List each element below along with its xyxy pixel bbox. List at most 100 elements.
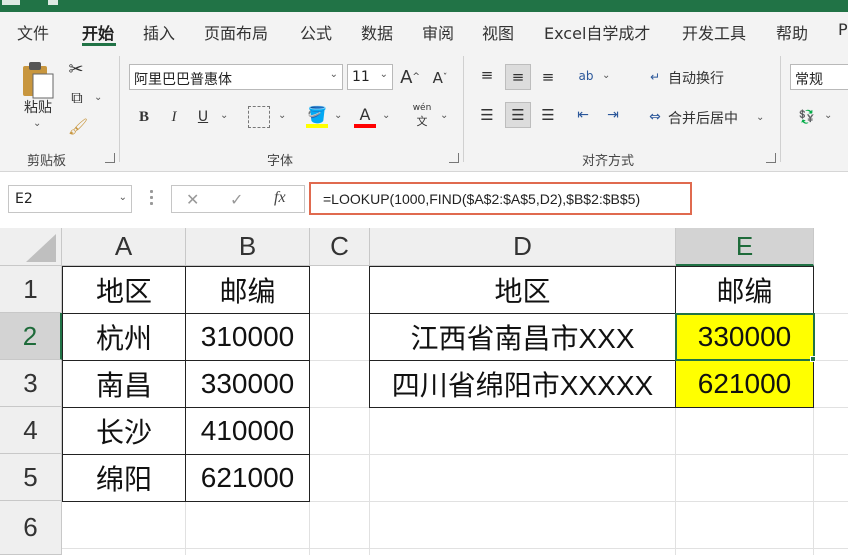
cell-a2[interactable]: 杭州 xyxy=(62,313,186,361)
cell-e1[interactable]: 邮编 xyxy=(675,266,814,314)
column-header-e[interactable]: E xyxy=(676,228,814,266)
shrink-font-icon: A xyxy=(432,69,443,87)
alignment-launcher-icon[interactable] xyxy=(766,153,776,163)
name-box-value: E2 xyxy=(15,191,33,207)
align-right-icon[interactable]: ☰ xyxy=(537,104,559,126)
wrap-text-icon[interactable]: ↵ xyxy=(644,66,666,88)
align-left-icon[interactable]: ☰ xyxy=(476,104,498,126)
align-center-icon[interactable]: ☰ xyxy=(505,102,531,128)
row-header-5[interactable]: 5 xyxy=(0,454,62,501)
cell-b4[interactable]: 410000 xyxy=(185,407,310,455)
underline-button[interactable]: U xyxy=(194,106,212,128)
number-format-value: 常规 xyxy=(795,72,823,88)
select-all-icon xyxy=(26,234,56,262)
borders-icon[interactable] xyxy=(248,106,270,128)
tab-insert[interactable]: 插入 xyxy=(143,20,175,44)
column-header-d[interactable]: D xyxy=(370,228,676,266)
cut-icon[interactable]: ✂ xyxy=(66,58,86,80)
grow-font-button[interactable]: A ^ xyxy=(399,64,421,90)
cell-b1[interactable]: 邮编 xyxy=(185,266,310,314)
row-header-3[interactable]: 3 xyxy=(0,360,62,407)
align-middle-icon[interactable]: ≡ xyxy=(505,64,531,90)
bold-button[interactable]: B xyxy=(135,106,153,128)
formula-input[interactable]: =LOOKUP(1000,FIND($A$2:$A$5,D2),$B$2:$B$… xyxy=(309,182,692,215)
cancel-icon[interactable]: ✕ xyxy=(186,190,199,209)
cell-e3[interactable]: 621000 xyxy=(675,360,814,408)
increase-indent-icon[interactable]: ⇥ xyxy=(602,104,624,126)
group-divider xyxy=(780,56,781,162)
column-header-b[interactable]: B xyxy=(186,228,310,266)
paste-button[interactable] xyxy=(14,58,60,102)
tab-overflow[interactable]: P xyxy=(838,20,848,39)
currency-dropdown-icon[interactable]: ⌄ xyxy=(824,110,832,121)
row-header-1[interactable]: 1 xyxy=(0,266,62,313)
tab-view[interactable]: 视图 xyxy=(482,20,514,44)
tab-formulas[interactable]: 公式 xyxy=(300,20,332,44)
align-top-icon[interactable]: ≡ xyxy=(476,64,498,86)
italic-button[interactable]: I xyxy=(165,106,183,128)
cell-a5[interactable]: 绵阳 xyxy=(62,454,186,502)
cell-d2[interactable]: 江西省南昌市XXX xyxy=(369,313,676,361)
borders-dropdown-icon[interactable]: ⌄ xyxy=(278,110,286,121)
format-painter-icon[interactable]: 🖌 xyxy=(66,114,90,138)
decrease-indent-icon[interactable]: ⇤ xyxy=(572,104,594,126)
copy-dropdown-icon[interactable]: ⌄ xyxy=(94,92,102,103)
tab-help[interactable]: 帮助 xyxy=(776,20,808,44)
paste-dropdown-icon[interactable]: ⌄ xyxy=(33,118,41,129)
font-launcher-icon[interactable] xyxy=(449,153,459,163)
cell-a1[interactable]: 地区 xyxy=(62,266,186,314)
fill-color-swatch xyxy=(306,124,328,128)
cell-b3[interactable]: 330000 xyxy=(185,360,310,408)
underline-dropdown-icon[interactable]: ⌄ xyxy=(220,110,228,121)
cell-a3[interactable]: 南昌 xyxy=(62,360,186,408)
tab-home[interactable]: 开始 xyxy=(82,20,114,44)
name-box[interactable]: E2 ⌄ xyxy=(8,185,132,213)
font-size-value: 11 xyxy=(352,69,370,85)
phonetic-icon[interactable]: 文 xyxy=(410,114,434,128)
row-header-4[interactable]: 4 xyxy=(0,407,62,454)
font-size-select[interactable]: 11 ⌄ xyxy=(347,64,393,90)
cell-b2[interactable]: 310000 xyxy=(185,313,310,361)
copy-icon[interactable]: ⧉ xyxy=(66,86,88,110)
fill-color-dropdown-icon[interactable]: ⌄ xyxy=(334,110,342,121)
undo-icon[interactable] xyxy=(48,0,58,5)
cell-a4[interactable]: 长沙 xyxy=(62,407,186,455)
title-bar xyxy=(0,0,848,12)
font-color-button[interactable]: A xyxy=(354,104,376,124)
shrink-font-button[interactable]: Aˇ xyxy=(429,66,451,90)
font-name-select[interactable]: 阿里巴巴普惠体 ⌄ xyxy=(129,64,343,90)
font-color-dropdown-icon[interactable]: ⌄ xyxy=(382,110,390,121)
cell-e2[interactable]: 330000 xyxy=(675,313,814,361)
wrap-text-button[interactable]: 自动换行 xyxy=(668,67,724,89)
cell-b5[interactable]: 621000 xyxy=(185,454,310,502)
cell-d3[interactable]: 四川省绵阳市XXXXX xyxy=(369,360,676,408)
orientation-icon[interactable]: ab xyxy=(574,64,598,88)
number-format-select[interactable]: 常规 xyxy=(790,64,848,90)
fill-color-icon[interactable]: 🪣 xyxy=(306,104,328,124)
enter-icon[interactable]: ✓ xyxy=(230,190,243,209)
currency-format-icon[interactable]: 💱 xyxy=(795,106,819,128)
phonetic-dropdown-icon[interactable]: ⌄ xyxy=(440,110,448,121)
tab-file[interactable]: 文件 xyxy=(17,20,49,44)
tab-review[interactable]: 审阅 xyxy=(422,20,454,44)
insert-function-icon[interactable]: fx xyxy=(274,189,286,207)
row-header-2[interactable]: 2 xyxy=(0,313,62,360)
drag-handle-icon[interactable] xyxy=(150,190,154,206)
tab-data[interactable]: 数据 xyxy=(361,20,393,44)
merge-center-button[interactable]: 合并后居中 xyxy=(668,107,738,129)
paste-label[interactable]: 粘贴 xyxy=(20,98,56,116)
cell-d1[interactable]: 地区 xyxy=(369,266,676,314)
align-bottom-icon[interactable]: ≡ xyxy=(537,66,559,88)
column-header-c[interactable]: C xyxy=(310,228,370,266)
row-header-6[interactable]: 6 xyxy=(0,501,62,555)
save-icon[interactable] xyxy=(2,0,20,5)
merge-center-icon[interactable]: ⇔ xyxy=(644,106,666,128)
tab-excel-zixue[interactable]: Excel自学成才 xyxy=(544,20,650,44)
column-header-a[interactable]: A xyxy=(62,228,186,266)
clipboard-launcher-icon[interactable] xyxy=(105,153,115,163)
fill-handle[interactable] xyxy=(810,356,816,362)
tab-developer[interactable]: 开发工具 xyxy=(682,20,746,44)
merge-center-dropdown-icon[interactable]: ⌄ xyxy=(756,112,764,123)
orientation-dropdown-icon[interactable]: ⌄ xyxy=(602,70,610,81)
tab-page-layout[interactable]: 页面布局 xyxy=(204,20,268,44)
